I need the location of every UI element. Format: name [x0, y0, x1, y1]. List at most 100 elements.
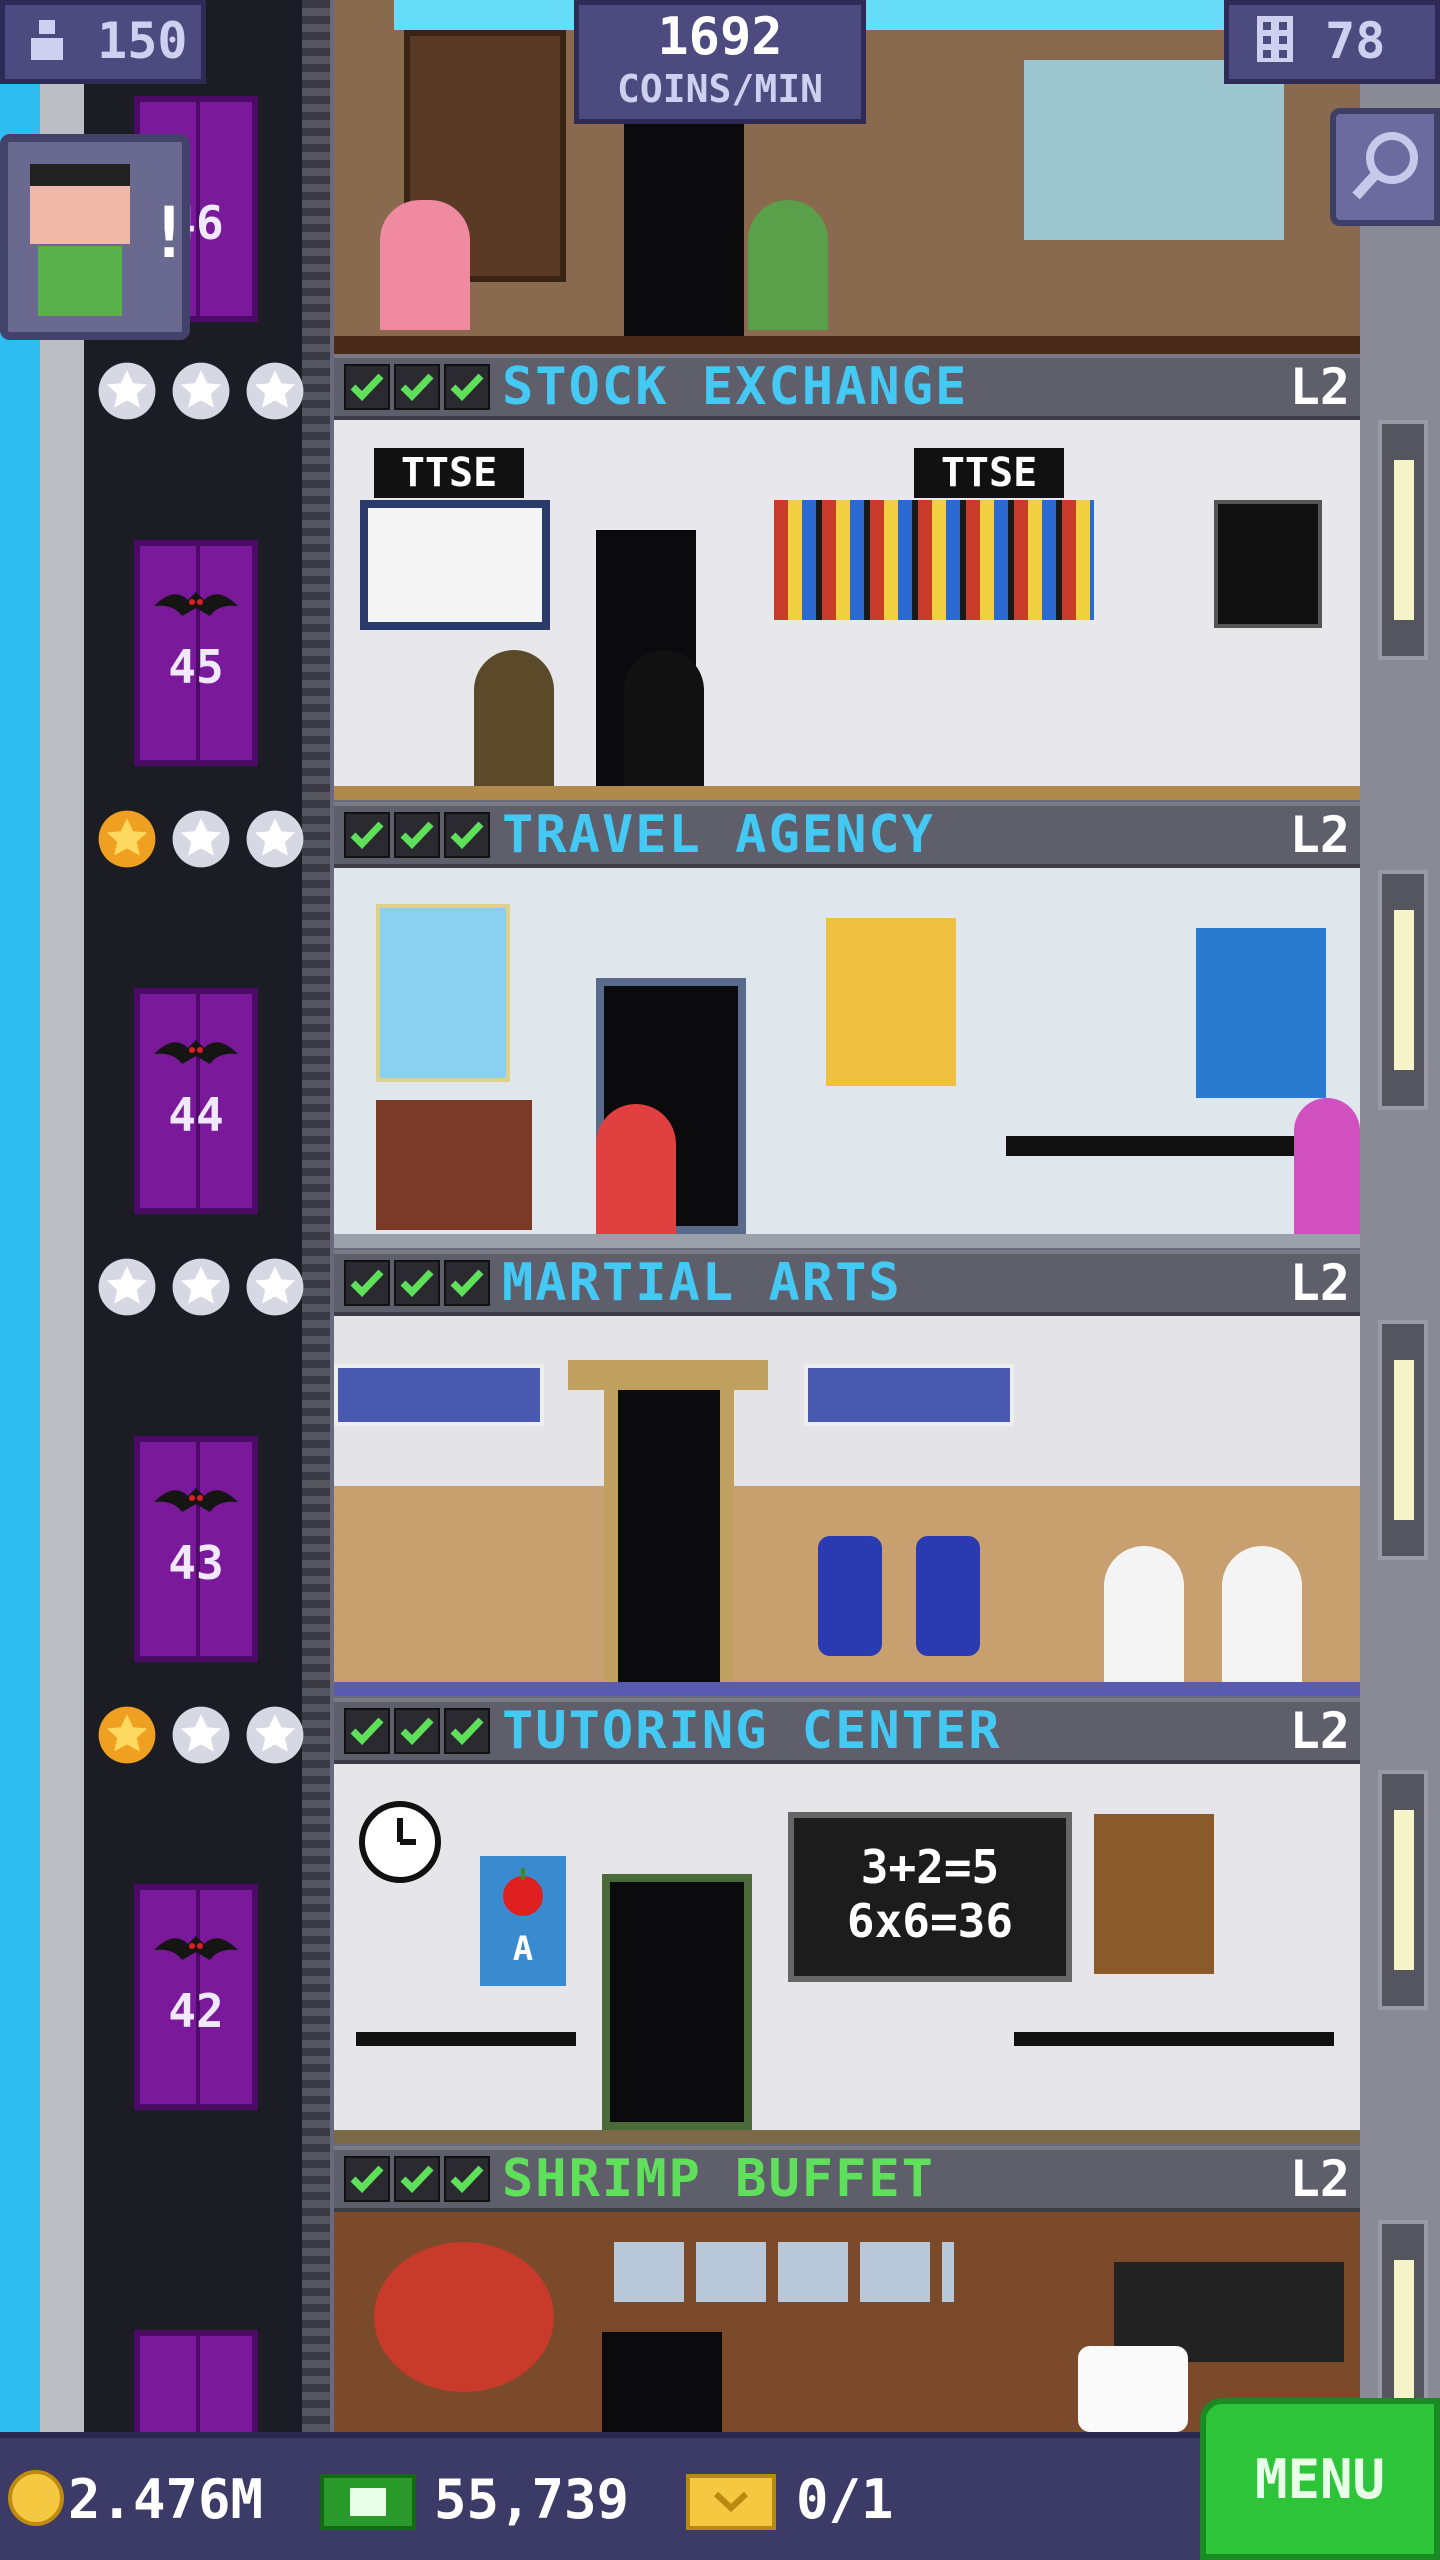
coins-value: 2.476M	[68, 2468, 264, 2531]
star-icon	[246, 1258, 304, 1316]
floor-stars	[96, 360, 306, 422]
tenant-person[interactable]	[748, 200, 828, 330]
star-icon	[98, 1258, 156, 1316]
ticker-label: TTSE	[374, 448, 524, 498]
star-icon	[246, 810, 304, 868]
elevator-rail	[302, 0, 330, 2440]
elevator-car[interactable]: 42	[134, 1884, 258, 2110]
population-value: 150	[97, 12, 188, 70]
alert-mark: !	[148, 192, 191, 274]
check-icon	[394, 1708, 440, 1754]
clock-icon	[359, 1801, 441, 1883]
floor-level: L2	[1289, 2150, 1350, 2208]
room-martial-arts[interactable]	[334, 1316, 1360, 1696]
floor-number: 44	[168, 1088, 224, 1142]
blackboard: 3+2=5 6x6=36	[788, 1812, 1072, 1982]
star-icon	[98, 362, 156, 420]
apple-poster-letter: A	[512, 1929, 534, 1969]
shrimp-bubble[interactable]	[1078, 2346, 1188, 2432]
coin-icon	[8, 2470, 64, 2526]
bitizen-notification-button[interactable]: !	[0, 134, 190, 340]
floor-name: STOCK EXCHANGE	[502, 357, 969, 417]
check-icon	[444, 364, 490, 410]
star-gold-icon	[98, 810, 156, 868]
check-icon	[394, 364, 440, 410]
tenant-person[interactable]	[474, 650, 554, 786]
floor-level: L2	[1289, 806, 1350, 864]
blackboard-line: 3+2=5	[860, 1840, 1000, 1894]
bat-icon	[154, 1488, 238, 1512]
floor-name: MARTIAL ARTS	[502, 1253, 902, 1313]
star-icon	[172, 1258, 230, 1316]
floor-banner[interactable]: MARTIAL ARTS L2	[334, 1250, 1360, 1316]
floor-banner[interactable]: SHRIMP BUFFET L2	[334, 2146, 1360, 2212]
elevator-car[interactable]	[134, 2330, 258, 2440]
avatar	[30, 164, 130, 244]
tickets-value: 0/1	[796, 2468, 894, 2531]
tenant-person[interactable]	[1222, 1546, 1302, 1682]
tower-window	[1378, 420, 1428, 660]
coins-rate-unit: COINS/MIN	[617, 67, 823, 111]
floor-banner[interactable]: TRAVEL AGENCY L2	[334, 802, 1360, 868]
floor-banner[interactable]: TUTORING CENTER L2	[334, 1698, 1360, 1764]
floor-banner[interactable]: STOCK EXCHANGE L2	[334, 354, 1360, 420]
bux-icon	[320, 2474, 416, 2530]
star-icon	[172, 810, 230, 868]
tower-edge	[40, 0, 90, 2440]
tenant-person[interactable]	[1294, 1098, 1360, 1234]
floors-counter[interactable]: 78	[1224, 0, 1440, 84]
search-button[interactable]	[1330, 108, 1440, 226]
floor-name: SHRIMP BUFFET	[502, 2149, 935, 2209]
tenant-person[interactable]	[1104, 1546, 1184, 1682]
check-icon	[344, 364, 390, 410]
elevator-car[interactable]: 43	[134, 1436, 258, 1662]
star-icon	[172, 1706, 230, 1764]
floor-number: 42	[168, 1984, 224, 2038]
apple-icon	[503, 1868, 543, 1916]
check-icon	[444, 812, 490, 858]
check-icon	[344, 1708, 390, 1754]
elevator-car[interactable]: 44	[134, 988, 258, 1214]
elevator-car[interactable]: 45	[134, 540, 258, 766]
star-icon	[246, 1706, 304, 1764]
room-stock-exchange[interactable]: TTSE TTSE	[334, 420, 1360, 800]
star-icon	[246, 362, 304, 420]
check-icon	[444, 2156, 490, 2202]
room-travel-agency[interactable]	[334, 868, 1360, 1248]
tenant-person[interactable]	[380, 200, 470, 330]
room-tutoring-center[interactable]: A 3+2=5 6x6=36	[334, 1764, 1360, 2144]
ticker-label: TTSE	[914, 448, 1064, 498]
person-icon	[31, 20, 63, 60]
tenant-person[interactable]	[624, 650, 704, 786]
bux-value: 55,739	[434, 2468, 630, 2531]
coins-rate-value: 1692	[657, 7, 783, 67]
population-counter[interactable]: 150	[0, 0, 206, 84]
check-icon	[394, 2156, 440, 2202]
floor-name: TRAVEL AGENCY	[502, 805, 935, 865]
floor-level: L2	[1289, 1702, 1350, 1760]
building-icon	[1257, 16, 1293, 62]
floor-stars	[96, 1256, 306, 1318]
check-icon	[344, 2156, 390, 2202]
floor-level: L2	[1289, 1254, 1350, 1312]
check-icon	[444, 1708, 490, 1754]
check-icon	[344, 1260, 390, 1306]
floor-number: 45	[168, 640, 224, 694]
menu-button[interactable]: MENU	[1200, 2398, 1440, 2560]
tenant-person[interactable]	[596, 1104, 676, 1234]
tower-window	[1378, 1770, 1428, 2010]
star-gold-icon	[98, 1706, 156, 1764]
tower-window	[1378, 1320, 1428, 1560]
tower-right-wall	[1360, 0, 1440, 2440]
check-icon	[394, 812, 440, 858]
tower-window	[1378, 870, 1428, 1110]
check-icon	[344, 812, 390, 858]
bat-icon	[154, 1040, 238, 1064]
floor-number: 43	[168, 1536, 224, 1590]
check-icon	[444, 1260, 490, 1306]
floor-stars	[96, 808, 306, 870]
floors-value: 78	[1325, 12, 1386, 70]
floor-stars	[96, 1704, 306, 1766]
magnifier-icon	[1352, 132, 1418, 200]
blackboard-line: 6x6=36	[846, 1894, 1014, 1948]
